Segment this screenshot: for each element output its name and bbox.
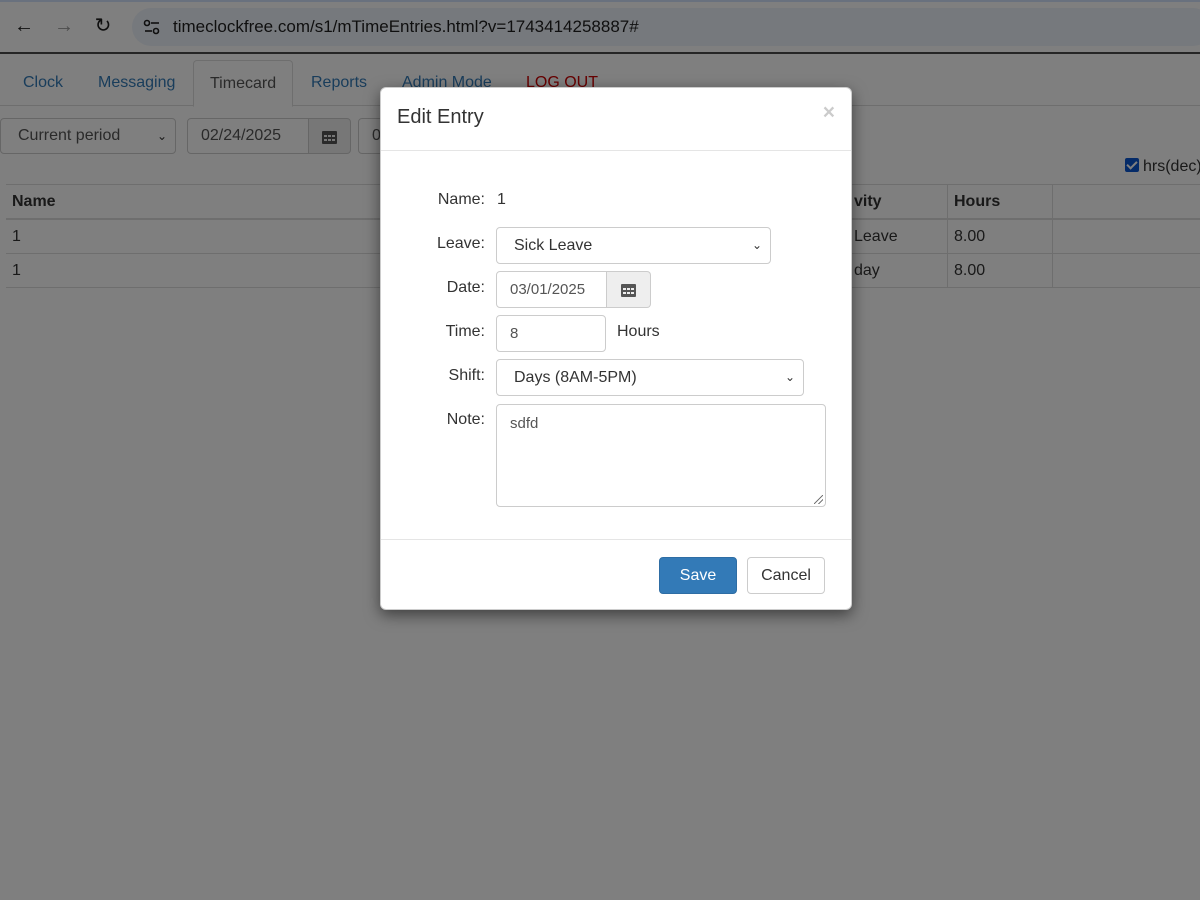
chevron-down-icon: ⌄ [751, 238, 762, 252]
shift-label: Shift: [448, 367, 485, 384]
modal-header: Edit Entry × [381, 88, 851, 151]
save-button[interactable]: Save [659, 557, 737, 594]
chevron-down-icon: ⌄ [784, 370, 795, 384]
name-value: 1 [497, 191, 506, 208]
time-label: Time: [445, 323, 485, 340]
shift-select[interactable]: Days (8AM-5PM) ⌄ [496, 359, 804, 396]
modal-title: Edit Entry [397, 106, 484, 128]
modal-footer: Save Cancel [381, 539, 851, 611]
leave-select-value: Sick Leave [514, 237, 593, 254]
date-calendar-button[interactable] [607, 271, 651, 308]
date-label: Date: [446, 279, 485, 296]
cancel-button[interactable]: Cancel [747, 557, 825, 594]
time-unit-label: Hours [617, 323, 660, 340]
note-label: Note: [446, 411, 485, 428]
shift-select-value: Days (8AM-5PM) [514, 369, 637, 386]
note-textarea[interactable]: sdfd [496, 404, 826, 507]
resize-handle-icon[interactable] [814, 495, 823, 504]
edit-entry-modal: Edit Entry × Name: 1 Leave: Sick Leave ⌄… [380, 87, 852, 610]
leave-label: Leave: [436, 235, 485, 252]
time-input[interactable]: 8 [496, 315, 606, 352]
leave-select[interactable]: Sick Leave ⌄ [496, 227, 771, 264]
note-text: sdfd [510, 415, 539, 432]
name-label: Name: [437, 191, 485, 208]
close-icon[interactable]: × [823, 102, 835, 123]
date-input[interactable]: 03/01/2025 [496, 271, 607, 308]
calendar-icon [621, 282, 636, 297]
